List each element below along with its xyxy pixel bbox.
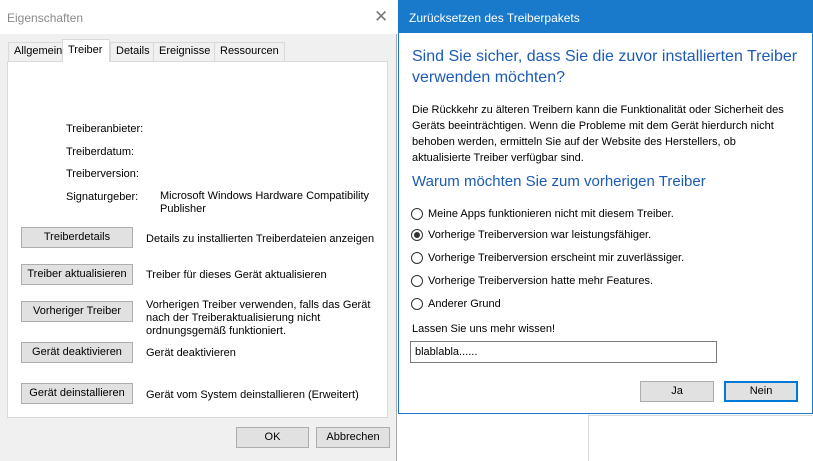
rollback-driver-description: Vorherigen Treiber verwenden, falls das …	[146, 299, 371, 337]
rollback-dialog-paragraph: Die Rückkehr zu älteren Treibern kann di…	[412, 104, 784, 164]
more-info-label: Lassen Sie uns mehr wissen!	[412, 323, 556, 335]
driver-details-description: Details zu installierten Treiberdateien …	[146, 233, 375, 245]
reason-option-label: Vorherige Treiberversion erscheint mir z…	[428, 252, 685, 264]
disable-device-button[interactable]: Gerät deaktivieren	[21, 342, 133, 363]
reason-option-features[interactable]: Vorherige Treiberversion hatte mehr Feat…	[411, 273, 653, 289]
uninstall-device-button[interactable]: Gerät deinstallieren	[21, 383, 133, 404]
driver-details-button[interactable]: Treiberdetails	[21, 227, 133, 248]
radio-button[interactable]	[411, 252, 423, 264]
update-driver-button[interactable]: Treiber aktualisieren	[21, 264, 133, 285]
driver-signer-label: Signaturgeber:	[66, 191, 139, 203]
tab-treiber[interactable]: Treiber	[62, 39, 110, 62]
properties-titlebar: Eigenschaften ✕	[0, 0, 397, 34]
radio-button[interactable]	[411, 298, 423, 310]
driver-version-label: Treiberversion:	[66, 168, 139, 180]
disable-device-description: Gerät deaktivieren	[146, 347, 236, 359]
driver-provider-label: Treiberanbieter:	[66, 123, 144, 135]
reason-option-other[interactable]: Anderer Grund	[411, 296, 501, 312]
uninstall-device-description: Gerät vom System deinstallieren (Erweite…	[146, 389, 359, 401]
reason-option-label: Vorherige Treiberversion hatte mehr Feat…	[428, 275, 654, 287]
reason-option-label: Vorherige Treiberversion war leistungsfä…	[428, 229, 652, 241]
driver-date-label: Treiberdatum:	[66, 146, 135, 158]
update-driver-description: Treiber für dieses Gerät aktualisieren	[146, 269, 327, 281]
reason-question: Warum möchten Sie zum vorherigen Treiber	[412, 173, 706, 190]
tab-allgemein[interactable]: Allgemein	[8, 42, 69, 62]
reason-option-performance[interactable]: Vorherige Treiberversion war leistungsfä…	[411, 227, 651, 243]
rollback-dialog-titlebar: Zurücksetzen des Treiberpakets	[399, 1, 812, 33]
more-info-input[interactable]	[410, 341, 717, 363]
driver-signer-value: Microsoft Windows Hardware Compatibility…	[160, 190, 370, 215]
background-window-edge-bottom	[588, 415, 813, 416]
radio-button-selected[interactable]	[411, 229, 423, 241]
radio-button[interactable]	[411, 208, 423, 220]
yes-button[interactable]: Ja	[640, 381, 714, 402]
radio-button[interactable]	[411, 275, 423, 287]
reason-option-label: Meine Apps funktionieren nicht mit diese…	[428, 208, 674, 220]
tab-ressourcen[interactable]: Ressourcen	[214, 42, 285, 62]
properties-window: Eigenschaften ✕ Allgemein Treiber Detail…	[0, 0, 397, 461]
close-icon[interactable]: ✕	[374, 7, 388, 27]
tab-details[interactable]: Details	[110, 42, 156, 62]
cancel-button[interactable]: Abbrechen	[316, 427, 390, 448]
ok-button[interactable]: OK	[236, 427, 309, 448]
rollback-dialog-title: Zurücksetzen des Treiberpakets	[409, 11, 580, 25]
no-button[interactable]: Nein	[724, 381, 798, 402]
rollback-dialog: Zurücksetzen des Treiberpakets Sind Sie …	[398, 0, 813, 414]
properties-title: Eigenschaften	[7, 11, 84, 25]
reason-option-reliability[interactable]: Vorherige Treiberversion erscheint mir z…	[411, 250, 684, 266]
rollback-dialog-heading: Sind Sie sicher, dass Sie die zuvor inst…	[412, 48, 798, 86]
reason-option-label: Anderer Grund	[428, 298, 501, 310]
driver-tab-panel: Treiberanbieter: Treiberdatum: Treiberve…	[7, 61, 388, 418]
tab-ereignisse[interactable]: Ereignisse	[153, 42, 217, 62]
rollback-driver-button[interactable]: Vorheriger Treiber	[21, 301, 133, 322]
reason-option-apps[interactable]: Meine Apps funktionieren nicht mit diese…	[411, 206, 674, 222]
